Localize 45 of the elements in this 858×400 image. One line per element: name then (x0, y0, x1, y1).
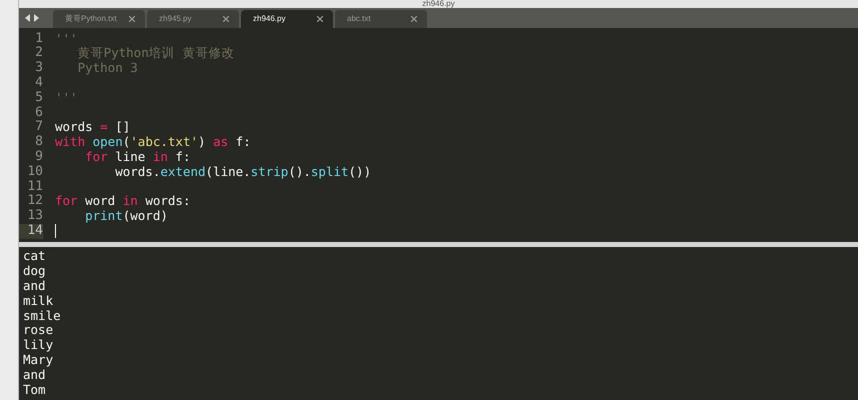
file-tab[interactable]: 黄哥Python.txt (53, 10, 145, 28)
line-number: 3 (34, 61, 43, 76)
output-line: dog (23, 264, 47, 279)
line-number: 1 (34, 32, 43, 46)
code-line: with open('abc.txt') as f: (55, 135, 251, 150)
output-line: rose (23, 323, 54, 338)
window-title: zh946.py (422, 0, 455, 8)
line-number: 8 (34, 135, 43, 150)
output-line: and (23, 278, 47, 294)
line-number: 14 (19, 224, 43, 239)
file-tab[interactable]: zh945.py (147, 10, 239, 28)
line-number: 10 (26, 164, 43, 180)
code-line: Python 3 (76, 61, 138, 76)
line-number: 9 (34, 150, 43, 165)
output-line: cat (23, 248, 47, 264)
line-number: 7 (34, 120, 43, 135)
text-cursor (55, 224, 56, 238)
code-line: for word in words: (55, 194, 190, 210)
code-line: 黄哥Python培训 黄哥修改 (76, 46, 234, 62)
file-tab[interactable]: zh946.py (241, 10, 333, 28)
code-line: ''' (55, 90, 78, 106)
close-icon[interactable] (411, 16, 417, 22)
line-number: 5 (34, 90, 43, 106)
line-number: 2 (34, 46, 43, 61)
code-line: ''' (55, 32, 78, 46)
output-line: Mary (23, 353, 54, 368)
file-tab[interactable]: abc.txt (335, 10, 427, 28)
code-line: print(word) (84, 209, 168, 224)
line-number: 4 (34, 76, 43, 91)
tab-navigation-arrows-icon[interactable] (25, 14, 39, 22)
code-line: words.extend(line.strip().split()) (114, 164, 372, 180)
line-number: 6 (34, 106, 43, 120)
output-line: and (23, 368, 47, 384)
line-number: 11 (26, 180, 43, 194)
code-line: words = [] (55, 120, 130, 136)
close-icon[interactable] (223, 16, 229, 22)
close-icon[interactable] (317, 16, 323, 22)
close-icon[interactable] (129, 16, 135, 22)
output-line: milk (23, 294, 54, 309)
line-number: 12 (26, 194, 43, 209)
output-line: smile (23, 308, 62, 324)
output-line: lily (23, 338, 54, 354)
code-line: for line in f: (84, 150, 190, 165)
line-number: 13 (26, 209, 43, 224)
output-line: Tom (23, 383, 47, 398)
